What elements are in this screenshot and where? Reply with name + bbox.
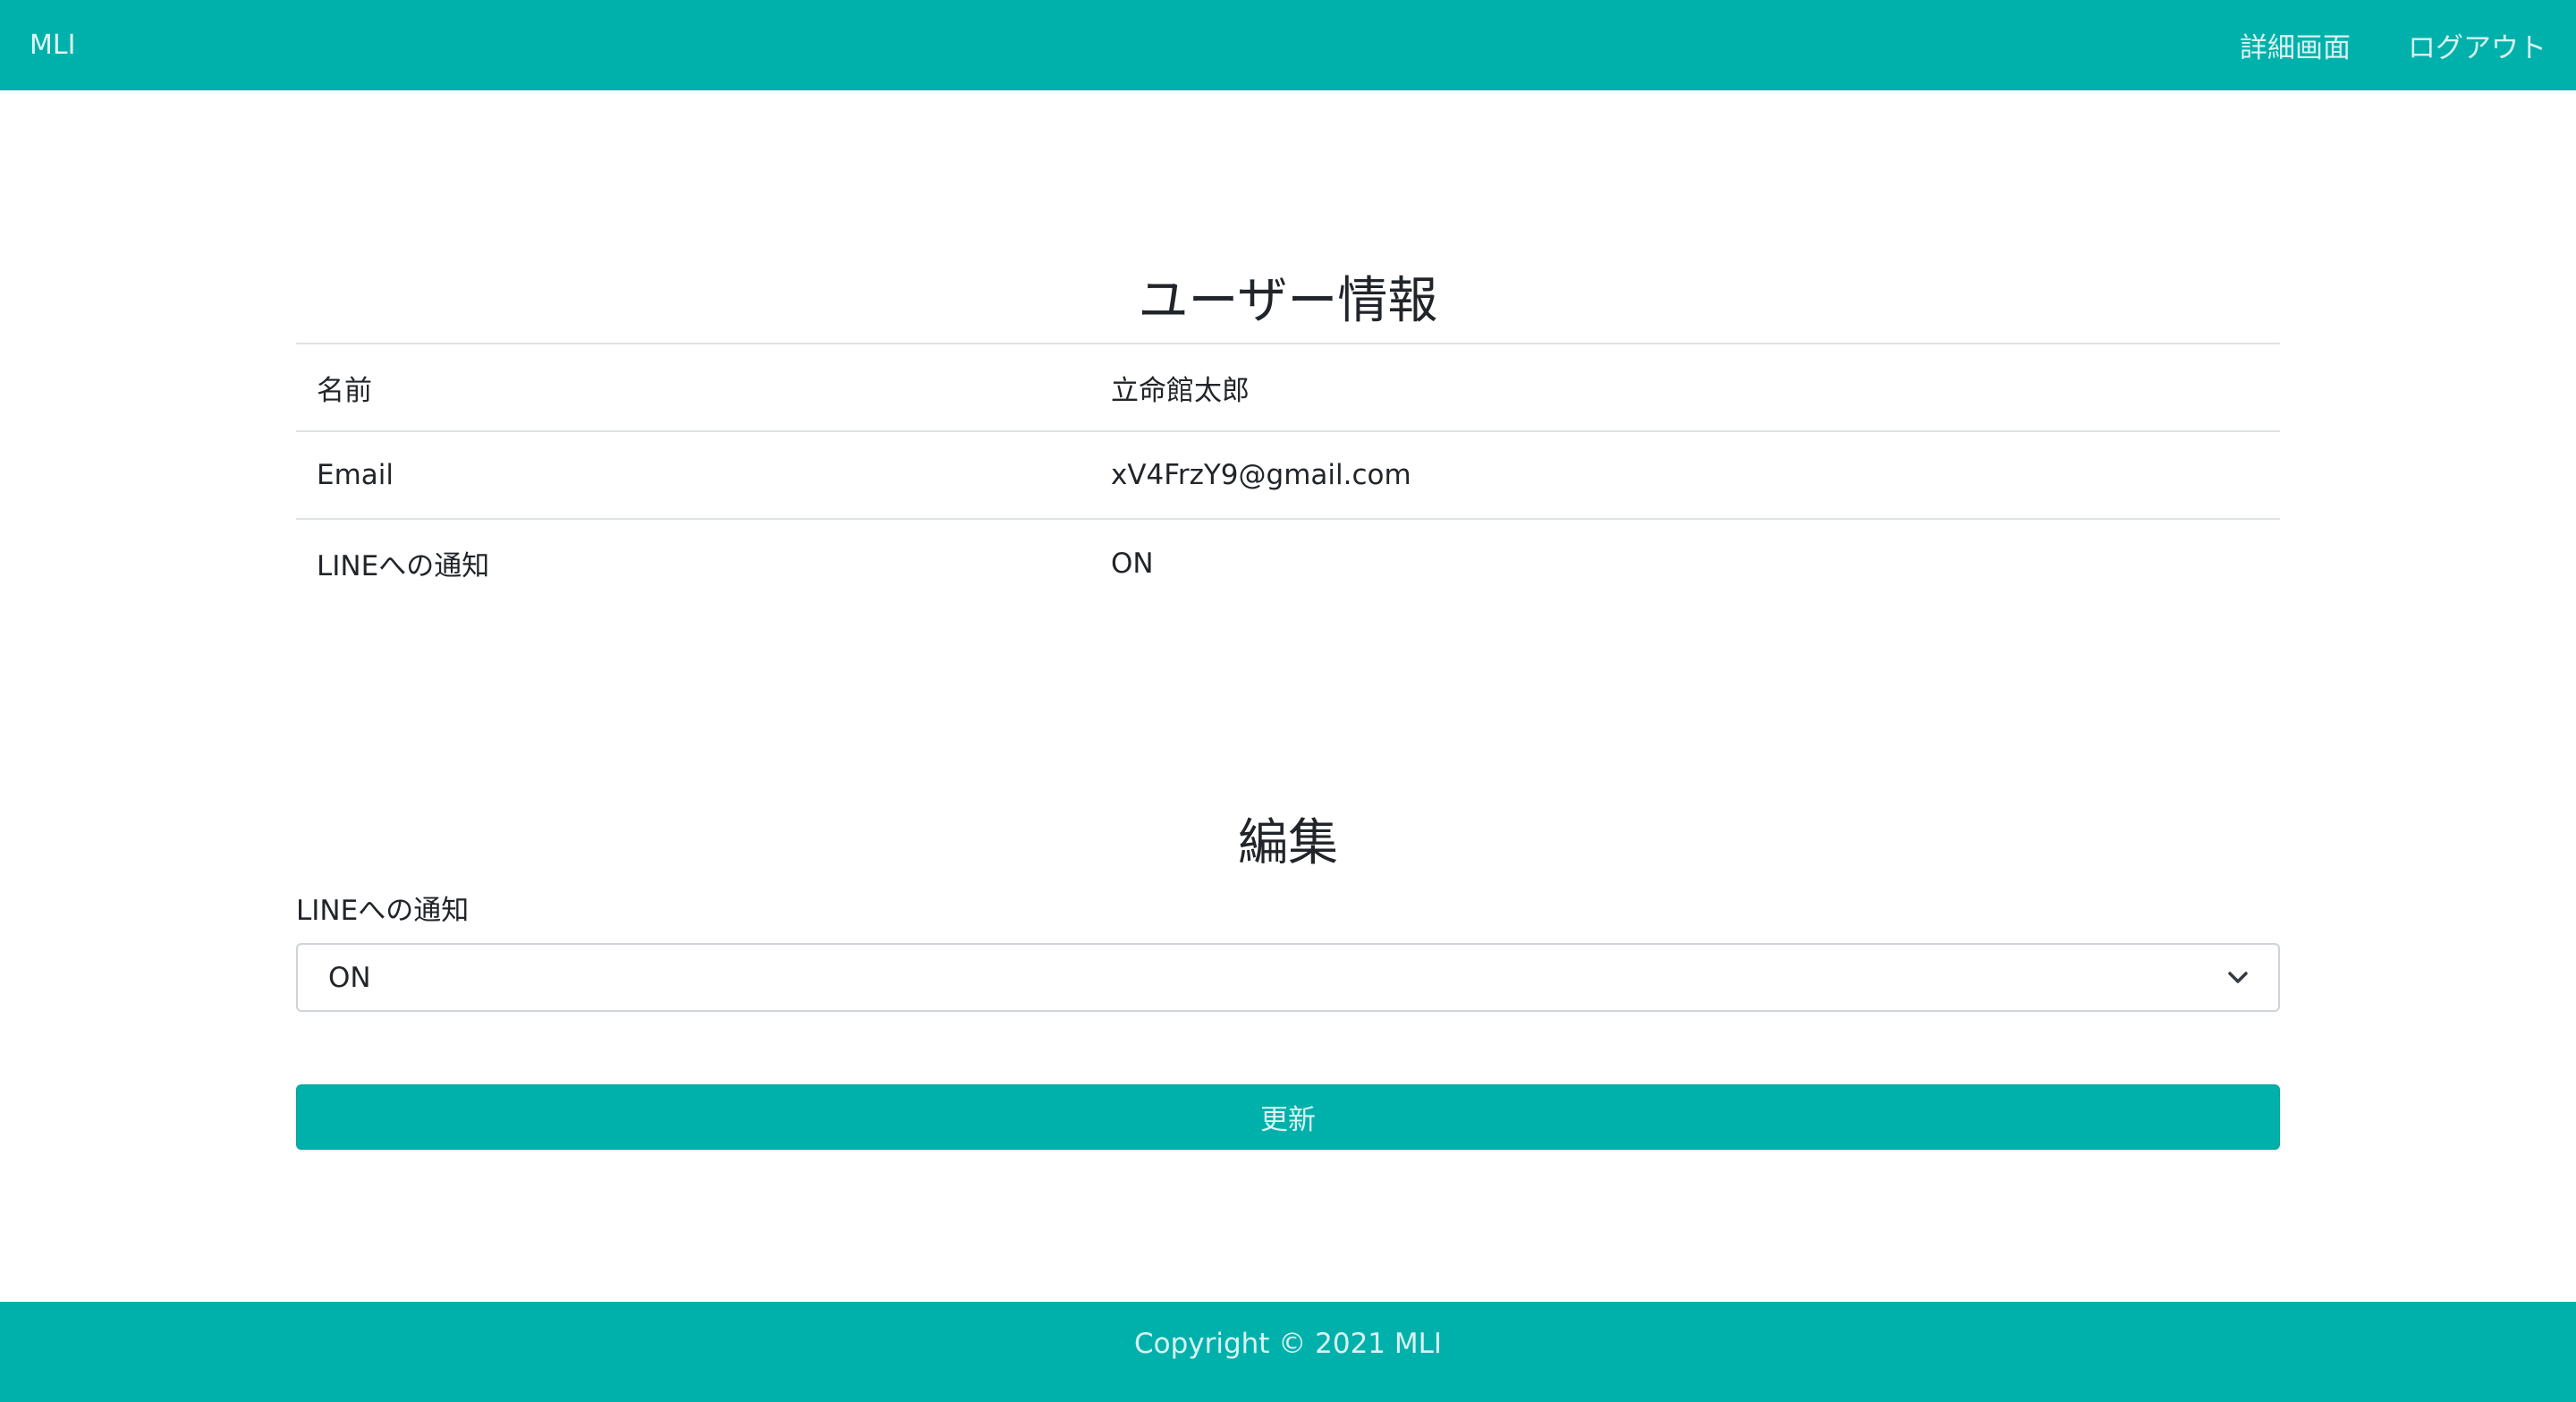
line-notify-select[interactable]: ON [296, 943, 2280, 1012]
navbar: MLI 詳細画面 ログアウト [0, 0, 2576, 90]
line-notify-label: LINEへの通知 [296, 895, 470, 927]
nav-link-details[interactable]: 詳細画面 [2240, 25, 2351, 65]
brand-link[interactable]: MLI [30, 30, 75, 61]
table-row: 名前 立命館太郎 [296, 343, 2280, 431]
user-info-title: ユーザー情報 [1138, 272, 1438, 330]
row-label-line-notify: LINEへの通知 [296, 518, 1090, 607]
row-value-name: 立命館太郎 [1090, 343, 2280, 431]
update-button[interactable]: 更新 [296, 1084, 2280, 1150]
row-value-line-notify: ON [1090, 518, 2280, 607]
row-label-email: Email [296, 430, 1090, 519]
chevron-down-icon [2228, 971, 2248, 983]
table-row: Email xV4FrzY9@gmail.com [296, 430, 2280, 519]
footer: Copyright © 2021 MLI [0, 1302, 2576, 1402]
select-value: ON [328, 961, 371, 994]
page: MLI 詳細画面 ログアウト ユーザー情報 名前 立命館太郎 Email xV4… [0, 0, 2576, 1402]
nav-links: 詳細画面 ログアウト [2182, 25, 2546, 65]
nav-link-logout[interactable]: ログアウト [2408, 25, 2546, 65]
table-row: LINEへの通知 ON [296, 518, 2280, 607]
copyright-text: Copyright © 2021 MLI [1133, 1328, 1443, 1360]
user-info-table: 名前 立命館太郎 Email xV4FrzY9@gmail.com LINEへの… [296, 343, 2280, 607]
edit-title: 編集 [1238, 814, 1338, 872]
row-value-email: xV4FrzY9@gmail.com [1090, 430, 2280, 519]
row-label-name: 名前 [296, 343, 1090, 431]
